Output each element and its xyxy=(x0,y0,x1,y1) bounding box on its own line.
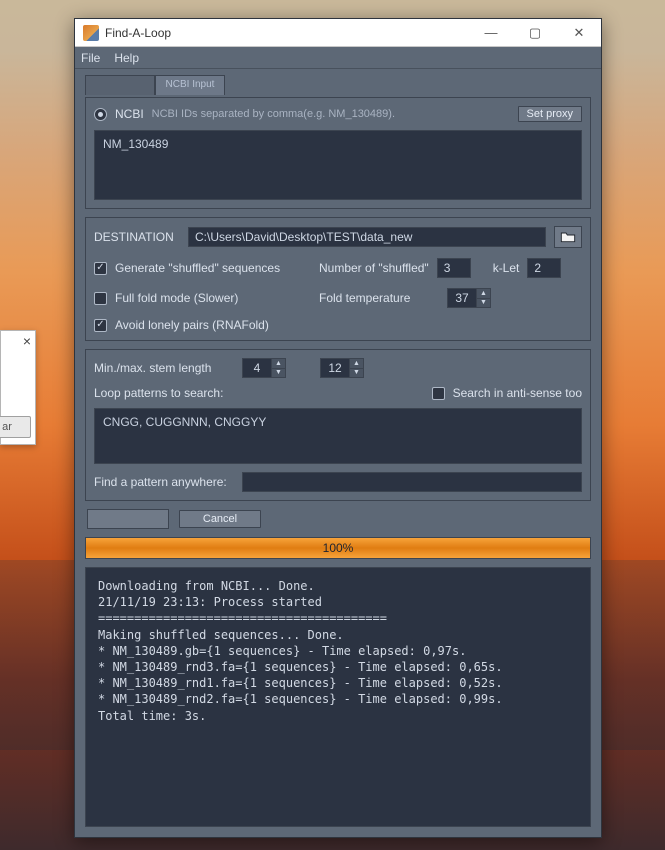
chevron-down-icon[interactable]: ▼ xyxy=(477,299,490,308)
chevron-up-icon[interactable]: ▲ xyxy=(272,359,285,369)
stem-max-input[interactable] xyxy=(320,358,350,378)
tab-blank[interactable] xyxy=(85,75,155,95)
stem-min-input[interactable] xyxy=(242,358,272,378)
destination-label: DESTINATION xyxy=(94,230,180,244)
fold-temp-label: Fold temperature xyxy=(319,291,439,305)
full-fold-checkbox[interactable] xyxy=(94,292,107,305)
background-partial-window: × ar xyxy=(0,330,36,445)
log-output: Downloading from NCBI... Done. 21/11/19 … xyxy=(85,567,591,827)
ncbi-ids-input[interactable]: NM_130489 xyxy=(94,130,582,200)
tab-ncbi-input[interactable]: NCBI Input xyxy=(155,75,225,95)
run-button[interactable] xyxy=(87,509,169,529)
menu-file[interactable]: File xyxy=(81,51,100,65)
action-row: Cancel xyxy=(85,509,591,529)
stem-min-spinner[interactable]: ▲▼ xyxy=(242,358,286,378)
ncbi-radio[interactable] xyxy=(94,108,107,121)
destination-input[interactable] xyxy=(188,227,546,247)
chevron-up-icon[interactable]: ▲ xyxy=(477,289,490,299)
num-shuffled-input[interactable] xyxy=(437,258,471,278)
chevron-down-icon[interactable]: ▼ xyxy=(350,369,363,378)
fold-temp-spinner[interactable]: ▲▼ xyxy=(447,288,491,308)
generate-shuffled-checkbox[interactable] xyxy=(94,262,107,275)
pattern-anywhere-input[interactable] xyxy=(242,472,582,492)
search-panel: Min./max. stem length ▲▼ ▲▼ Loop pattern… xyxy=(85,349,591,501)
source-panel: NCBI NCBI IDs separated by comma(e.g. NM… xyxy=(85,97,591,209)
loop-patterns-label: Loop patterns to search: xyxy=(94,386,234,400)
minimize-button[interactable]: — xyxy=(469,19,513,47)
klet-input[interactable] xyxy=(527,258,561,278)
stem-length-label: Min./max. stem length xyxy=(94,361,234,375)
num-shuffled-label: Number of "shuffled" xyxy=(319,261,429,275)
ghost-button[interactable]: ar xyxy=(0,416,31,438)
source-panel-wrapper: NCBI Input NCBI NCBI IDs separated by co… xyxy=(85,75,591,209)
antisense-label: Search in anti-sense too xyxy=(453,386,582,400)
ncbi-hint: NCBI IDs separated by comma(e.g. NM_1304… xyxy=(152,108,395,120)
avoid-lonely-label: Avoid lonely pairs (RNAFold) xyxy=(115,318,269,332)
cancel-button[interactable]: Cancel xyxy=(179,510,261,528)
menubar: File Help xyxy=(75,47,601,69)
titlebar: Find-A-Loop — ▢ ✕ xyxy=(75,19,601,47)
stem-max-spinner[interactable]: ▲▼ xyxy=(320,358,364,378)
progress-bar: 100% xyxy=(85,537,591,559)
progress-text: 100% xyxy=(323,541,354,555)
antisense-checkbox[interactable] xyxy=(432,387,445,400)
close-icon[interactable]: × xyxy=(23,333,31,349)
set-proxy-button[interactable]: Set proxy xyxy=(518,106,582,122)
full-fold-label: Full fold mode (Slower) xyxy=(115,291,295,305)
ncbi-radio-label: NCBI xyxy=(115,107,144,121)
loop-patterns-input[interactable]: CNGG, CUGGNNN, CNGGYY xyxy=(94,408,582,464)
chevron-down-icon[interactable]: ▼ xyxy=(272,369,285,378)
generate-shuffled-label: Generate "shuffled" sequences xyxy=(115,261,295,275)
maximize-button[interactable]: ▢ xyxy=(513,19,557,47)
options-panel: DESTINATION Generate "shuffled" sequence… xyxy=(85,217,591,341)
source-tabs: NCBI Input xyxy=(85,75,591,95)
close-button[interactable]: ✕ xyxy=(557,19,601,47)
menu-help[interactable]: Help xyxy=(114,51,139,65)
pattern-anywhere-label: Find a pattern anywhere: xyxy=(94,475,234,489)
window-title: Find-A-Loop xyxy=(105,26,469,40)
browse-button[interactable] xyxy=(554,226,582,248)
klet-label: k-Let xyxy=(493,261,520,275)
avoid-lonely-checkbox[interactable] xyxy=(94,319,107,332)
folder-open-icon xyxy=(560,230,576,244)
main-window: Find-A-Loop — ▢ ✕ File Help NCBI Input N… xyxy=(74,18,602,838)
java-icon xyxy=(83,25,99,41)
chevron-up-icon[interactable]: ▲ xyxy=(350,359,363,369)
fold-temp-input[interactable] xyxy=(447,288,477,308)
